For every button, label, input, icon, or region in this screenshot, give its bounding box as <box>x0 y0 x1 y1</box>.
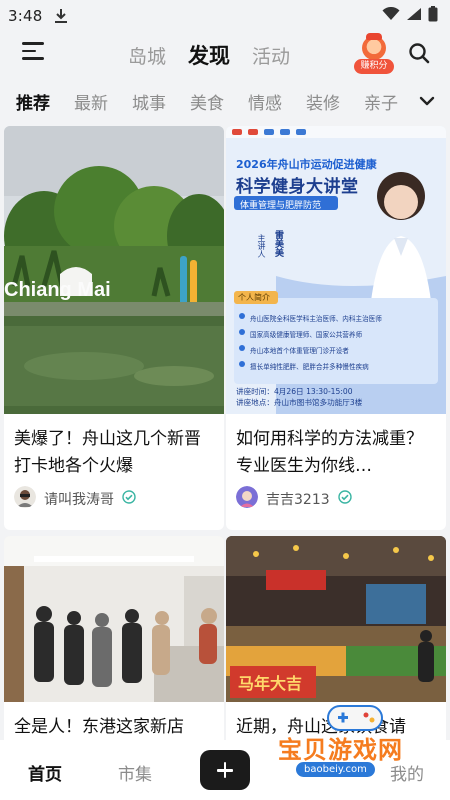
category-latest[interactable]: 最新 <box>74 89 108 114</box>
tab-activity[interactable]: 活动 <box>252 42 290 69</box>
avatar <box>14 486 36 512</box>
battery-icon <box>428 6 438 26</box>
card-image-sign: 马年大吉 <box>238 674 302 693</box>
author-name: 请叫我涛哥 <box>44 492 114 508</box>
card-author[interactable]: 吉吉3213 <box>226 480 446 524</box>
category-recommend[interactable]: 推荐 <box>16 89 50 114</box>
card-author[interactable]: 请叫我涛哥 <box>4 480 224 524</box>
feed-card[interactable]: Chiang Mai 美爆了！舟山这几个新晋打卡地各个火爆 请叫我涛哥 <box>4 126 224 530</box>
poster-intro-line: 擅长单纯性肥胖、肥胖合并多种慢性疾病 <box>250 363 369 371</box>
category-decoration[interactable]: 装修 <box>306 89 340 114</box>
status-bar: 3:48 <box>0 0 450 32</box>
search-icon[interactable] <box>408 42 430 64</box>
card-image-poster: 2026年舟山市运动促进健康 科学健身大讲堂 体重管理与肥胖防范 主讲人 雷美美… <box>226 126 446 414</box>
watermark-text: 宝贝游戏网 <box>278 736 403 764</box>
points-bag-icon <box>362 33 386 60</box>
card-title: 全是人！东港这家新店 <box>14 717 184 737</box>
status-time: 3:48 <box>8 7 43 25</box>
author-name: 吉吉3213 <box>266 492 330 508</box>
card-image-sign: Chiang Mai <box>4 279 111 301</box>
feed-card[interactable]: 2026年舟山市运动促进健康 科学健身大讲堂 体重管理与肥胖防范 主讲人 雷美美… <box>226 126 446 530</box>
poster-place: 讲座地点：舟山市图书馆多功能厅3楼 <box>236 398 363 407</box>
poster-title: 科学健身大讲堂 <box>236 177 359 197</box>
download-icon <box>54 8 68 24</box>
menu-icon[interactable] <box>22 42 44 64</box>
poster-intro-line: 国家高级健康管理师、国家公共营养师 <box>250 331 363 339</box>
card-title: 美爆了！舟山这几个新晋打卡地各个火爆 <box>14 429 201 476</box>
card-image-park: Chiang Mai <box>4 126 224 414</box>
card-image-market: 马年大吉 <box>226 536 446 702</box>
verified-icon <box>337 490 352 508</box>
poster-headline: 2026年舟山市运动促进健康 <box>236 158 377 171</box>
chevron-down-icon[interactable] <box>416 90 438 112</box>
top-nav-tabs: 岛城 发现 活动 <box>128 40 290 70</box>
category-bar: 推荐 最新 城事 美食 情感 装修 亲子 <box>0 84 450 118</box>
top-nav: 岛城 发现 活动 赚积分 <box>0 32 450 78</box>
feed-grid: Chiang Mai 美爆了！舟山这几个新晋打卡地各个火爆 请叫我涛哥 2026… <box>0 126 450 740</box>
category-emotion[interactable]: 情感 <box>248 89 282 114</box>
category-food[interactable]: 美食 <box>190 89 224 114</box>
tab-island-city[interactable]: 岛城 <box>128 42 166 69</box>
poster-speaker-tag: 主讲人 <box>257 234 266 258</box>
site-watermark: 宝贝游戏网 baobeiy.com <box>276 700 446 780</box>
earn-points-button[interactable]: 赚积分 <box>354 33 394 76</box>
bottom-tab-market[interactable]: 市集 <box>118 760 152 785</box>
avatar <box>236 486 258 512</box>
watermark-url: baobeiy.com <box>296 762 375 777</box>
category-city[interactable]: 城事 <box>132 89 166 114</box>
poster-intro-line: 舟山医院全科医学科主治医师、内科主治医师 <box>250 315 382 323</box>
feed-card[interactable]: 全是人！东港这家新店 <box>4 536 224 740</box>
poster-intro-tag: 个人简介 <box>238 293 270 302</box>
add-post-button[interactable] <box>200 750 250 790</box>
earn-points-label: 赚积分 <box>354 59 394 74</box>
bottom-tab-home[interactable]: 首页 <box>28 760 62 785</box>
verified-icon <box>122 490 136 508</box>
poster-time: 讲座时间：4月26日 13:30-15:00 <box>236 387 353 396</box>
poster-intro-line: 舟山本地首个体重管理门诊开设者 <box>250 347 349 355</box>
tab-discover[interactable]: 发现 <box>188 40 230 70</box>
wifi-icon <box>382 6 400 25</box>
signal-icon <box>406 7 422 25</box>
poster-topic: 体重管理与肥胖防范 <box>240 201 322 211</box>
category-parenting[interactable]: 亲子 <box>364 89 398 114</box>
card-title: 如何用科学的方法减重？专业医生为你线… <box>236 429 423 476</box>
card-image-store-crowd <box>4 536 224 702</box>
poster-speaker-name: 雷美美 <box>273 230 283 257</box>
gamepad-icon <box>327 705 383 731</box>
